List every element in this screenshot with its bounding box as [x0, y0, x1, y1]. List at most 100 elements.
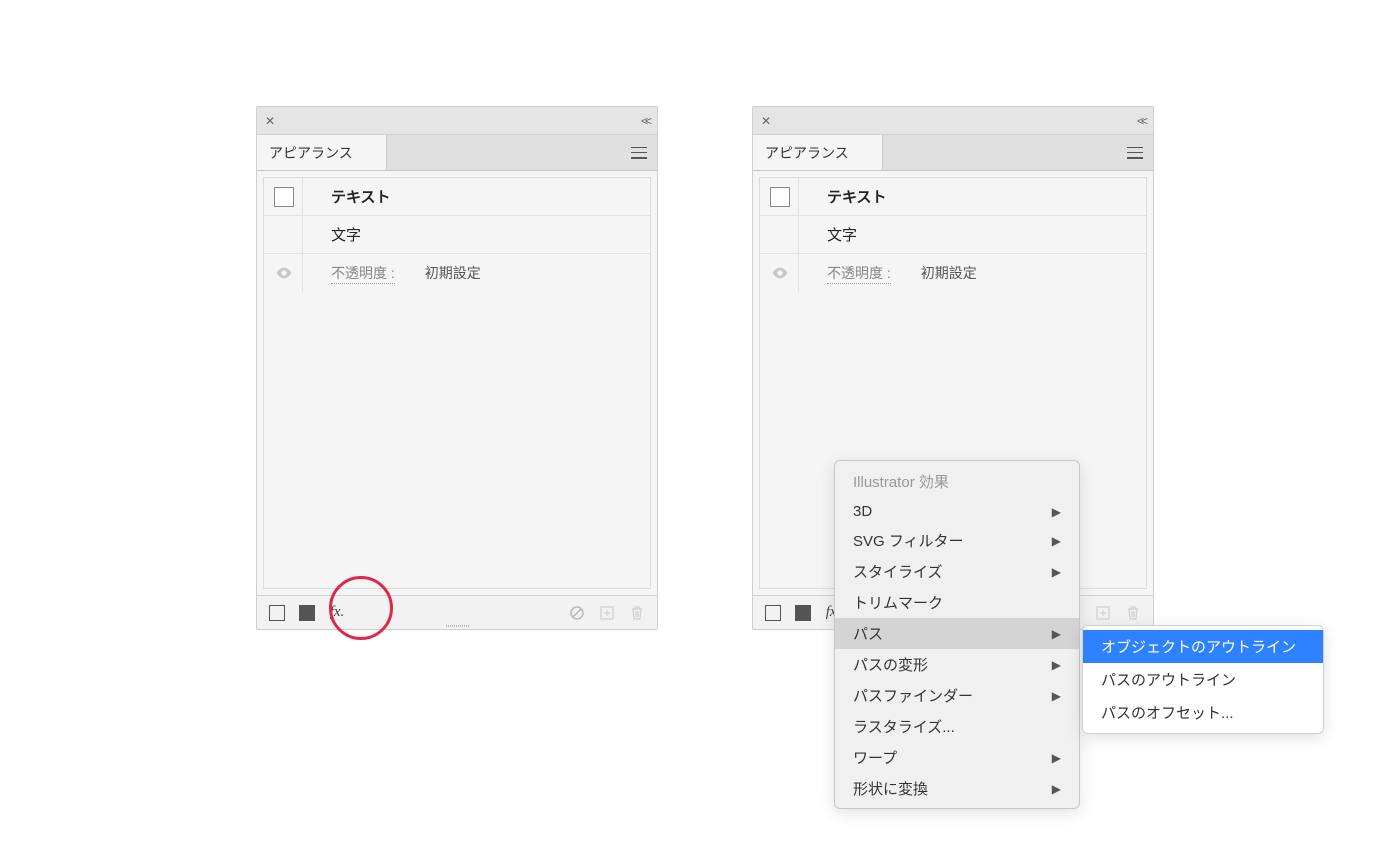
list-item[interactable]: テキスト: [264, 178, 650, 216]
panel-menu-button[interactable]: [1117, 135, 1153, 170]
add-stroke-button[interactable]: [763, 603, 783, 623]
tab-appearance[interactable]: アピアランス: [753, 135, 883, 170]
char-label: 文字: [803, 224, 857, 245]
submenu-item[interactable]: パスのオフセット...: [1083, 696, 1323, 729]
chevron-right-icon: ▶: [1052, 782, 1061, 796]
close-icon[interactable]: ✕: [761, 114, 771, 128]
visibility-col[interactable]: [766, 267, 794, 279]
divider: [798, 178, 799, 215]
appearance-panel-left: ✕ << アピアランス テキスト: [256, 106, 658, 630]
menu-item-label: パスファインダー: [853, 685, 973, 706]
submenu-item-label: パスのアウトライン: [1101, 669, 1236, 690]
opacity-label[interactable]: 不透明度 :: [827, 263, 891, 284]
fill-swatch-icon: [299, 605, 315, 621]
add-fill-button[interactable]: [793, 603, 813, 623]
chevron-right-icon: ▶: [1052, 658, 1061, 672]
menu-item[interactable]: ラスタライズ...: [835, 711, 1079, 742]
list-item[interactable]: 不透明度 : 初期設定: [760, 254, 1146, 292]
menu-item-label: スタイライズ: [853, 561, 943, 582]
trash-icon: [629, 605, 645, 621]
item-title: テキスト: [803, 186, 887, 207]
trash-icon: [1125, 605, 1141, 621]
visibility-col: [270, 187, 298, 207]
duplicate-button[interactable]: [1093, 603, 1113, 623]
eye-icon: [772, 267, 788, 279]
submenu-item[interactable]: オブジェクトのアウトライン: [1083, 630, 1323, 663]
menu-item[interactable]: SVG フィルター ▶: [835, 525, 1079, 556]
collapse-icon[interactable]: <<: [1137, 114, 1145, 128]
delete-button[interactable]: [1123, 603, 1143, 623]
collapse-icon[interactable]: <<: [641, 114, 649, 128]
chevron-right-icon: ▶: [1052, 689, 1061, 703]
menu-item-label: ラスタライズ...: [853, 716, 955, 737]
visibility-col[interactable]: [270, 267, 298, 279]
chevron-right-icon: ▶: [1052, 534, 1061, 548]
menu-item-label: SVG フィルター: [853, 530, 964, 551]
list-item[interactable]: 文字: [760, 216, 1146, 254]
menu-item-label: ワープ: [853, 747, 897, 768]
thumbnail-swatch: [770, 187, 790, 207]
opacity-value[interactable]: 初期設定: [921, 263, 977, 283]
menu-item[interactable]: 3D▶: [835, 498, 1079, 525]
panel-menu-button[interactable]: [621, 135, 657, 170]
list-item[interactable]: テキスト: [760, 178, 1146, 216]
menu-item[interactable]: スタイライズ ▶: [835, 556, 1079, 587]
char-label: 文字: [307, 224, 361, 245]
chevron-right-icon: ▶: [1052, 627, 1061, 641]
add-effect-button[interactable]: fx.: [327, 603, 347, 623]
list-item[interactable]: 不透明度 : 初期設定: [264, 254, 650, 292]
plus-box-icon: [1095, 605, 1111, 621]
menu-item[interactable]: トリムマーク: [835, 587, 1079, 618]
menu-item-label: トリムマーク: [853, 592, 943, 613]
eye-icon: [276, 267, 292, 279]
appearance-list: テキスト 文字 不透明度 : 初期設定: [263, 177, 651, 589]
menu-item-label: 形状に変換: [853, 778, 928, 799]
menu-item-label: パスの変形: [853, 654, 928, 675]
panel-body: テキスト 文字 不透明度 : 初期設定: [257, 171, 657, 595]
submenu-item[interactable]: パスのアウトライン: [1083, 663, 1323, 696]
duplicate-button[interactable]: [597, 603, 617, 623]
visibility-col: [766, 187, 794, 207]
panel-tabs: アピアランス: [753, 135, 1153, 171]
tab-label: アピアランス: [269, 143, 353, 163]
chevron-right-icon: ▶: [1052, 565, 1061, 579]
divider: [302, 254, 303, 292]
submenu-item-label: パスのオフセット...: [1101, 702, 1234, 723]
resize-grip[interactable]: [427, 625, 487, 629]
menu-item[interactable]: パスの変形 ▶: [835, 649, 1079, 680]
stroke-swatch-icon: [269, 605, 285, 621]
divider: [302, 178, 303, 215]
path-submenu: オブジェクトのアウトラインパスのアウトラインパスのオフセット...: [1082, 625, 1324, 734]
chevron-right-icon: ▶: [1052, 505, 1061, 519]
hamburger-icon: [1127, 147, 1143, 159]
panel-footer: fx.: [257, 595, 657, 629]
plus-box-icon: [599, 605, 615, 621]
panel-titlebar: ✕ <<: [753, 107, 1153, 135]
hamburger-icon: [631, 147, 647, 159]
delete-button[interactable]: [627, 603, 647, 623]
list-item[interactable]: 文字: [264, 216, 650, 254]
opacity-label[interactable]: 不透明度 :: [331, 263, 395, 284]
item-title: テキスト: [307, 186, 391, 207]
fx-label: fx.: [330, 604, 345, 621]
add-stroke-button[interactable]: [267, 603, 287, 623]
fill-swatch-icon: [795, 605, 811, 621]
close-icon[interactable]: ✕: [265, 114, 275, 128]
add-fill-button[interactable]: [297, 603, 317, 623]
stroke-swatch-icon: [765, 605, 781, 621]
divider: [302, 216, 303, 253]
menu-item[interactable]: 形状に変換 ▶: [835, 773, 1079, 804]
no-symbol-icon: [569, 605, 585, 621]
chevron-right-icon: ▶: [1052, 751, 1061, 765]
menu-item[interactable]: パス▶: [835, 618, 1079, 649]
menu-item[interactable]: ワープ ▶: [835, 742, 1079, 773]
tab-spacer: [387, 135, 621, 170]
tab-appearance[interactable]: アピアランス: [257, 135, 387, 170]
panel-tabs: アピアランス: [257, 135, 657, 171]
panel-titlebar: ✕ <<: [257, 107, 657, 135]
clear-appearance-button[interactable]: [567, 603, 587, 623]
divider: [798, 216, 799, 253]
opacity-value[interactable]: 初期設定: [425, 263, 481, 283]
menu-item[interactable]: パスファインダー ▶: [835, 680, 1079, 711]
menu-header: Illustrator 効果: [835, 465, 1079, 498]
